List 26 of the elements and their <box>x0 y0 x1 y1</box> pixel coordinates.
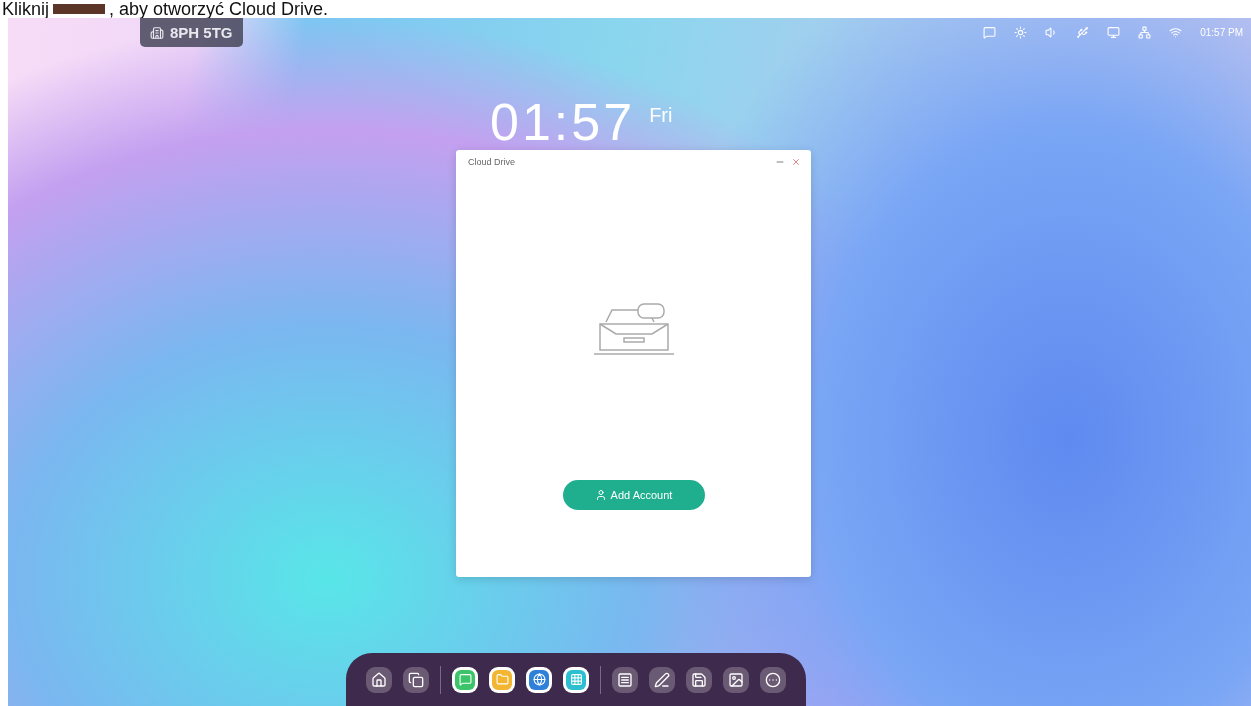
dock-app-button[interactable] <box>403 666 429 693</box>
caption-text: Kliknij <box>2 0 49 18</box>
windows-icon <box>408 671 424 688</box>
close-icon[interactable] <box>791 157 801 167</box>
dock-app-button[interactable] <box>366 666 392 693</box>
board-icon <box>617 671 633 688</box>
dock-app-button[interactable] <box>760 666 786 693</box>
status-time: 01:57 PM <box>1200 27 1243 38</box>
clock-day: Fri <box>649 96 673 127</box>
dock-app-button[interactable] <box>649 666 675 693</box>
image-placeholder <box>53 4 105 14</box>
pen-icon <box>654 671 670 688</box>
building-icon <box>150 25 164 40</box>
more-icon <box>765 671 781 688</box>
add-account-button[interactable]: Add Account <box>562 480 705 510</box>
room-label: 8PH 5TG <box>170 24 233 41</box>
dock-app-button[interactable] <box>686 666 712 693</box>
image-icon <box>728 671 744 688</box>
dock-app-button[interactable] <box>723 666 749 693</box>
caption-text: , aby otworzyć Cloud Drive. <box>109 0 329 18</box>
window-title: Cloud Drive <box>468 157 517 167</box>
user-icon <box>594 489 607 501</box>
dock-app-button[interactable] <box>612 666 638 693</box>
clock-time: 01:57 <box>490 96 636 148</box>
save-icon <box>691 671 707 688</box>
home-icon <box>371 671 387 688</box>
